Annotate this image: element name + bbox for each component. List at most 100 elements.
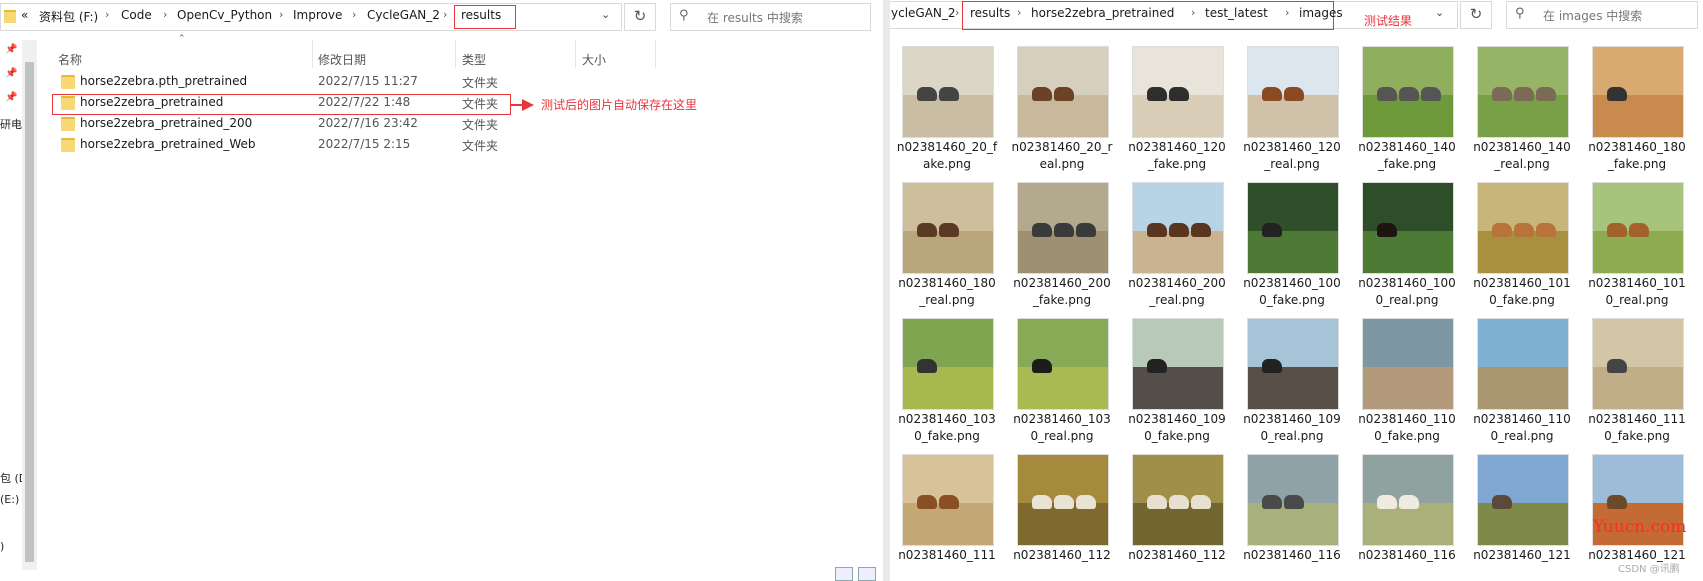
chevron-right-icon[interactable]: › — [105, 8, 109, 21]
refresh-button[interactable]: ↻ — [1460, 1, 1492, 29]
breadcrumb-results[interactable]: results — [970, 6, 1010, 20]
image-file-tile[interactable]: n02381460_100 0_fake.png — [1241, 182, 1343, 317]
image-thumbnail — [1477, 454, 1569, 546]
image-file-tile[interactable]: n02381460_180 _fake.png — [1586, 46, 1688, 181]
column-header-size[interactable]: 大小 — [582, 51, 606, 68]
image-thumbnail — [1017, 318, 1109, 410]
breadcrumb-cyclegan[interactable]: ycleGAN_2 — [891, 6, 956, 20]
image-file-tile[interactable]: n02381460_110 0_real.png — [1471, 318, 1573, 453]
breadcrumb-improve[interactable]: Improve — [293, 8, 342, 22]
file-row[interactable]: horse2zebra_pretrained 2022/7/22 1:48 文件… — [58, 93, 528, 113]
scrollbar-thumb[interactable] — [25, 62, 34, 562]
chevron-right-icon[interactable]: › — [352, 8, 356, 21]
breadcrumb-drive[interactable]: 资料包 (F:) — [39, 8, 98, 25]
column-header-name[interactable]: 名称 — [58, 51, 82, 68]
image-file-name: n02381460_140 _fake.png — [1356, 139, 1458, 173]
horse-shape — [1147, 495, 1167, 509]
file-date: 2022/7/16 23:42 — [318, 116, 418, 130]
breadcrumb-test-latest[interactable]: test_latest — [1205, 6, 1268, 20]
column-header-type[interactable]: 类型 — [462, 51, 486, 68]
image-file-tile[interactable]: n02381460_111 — [896, 454, 998, 581]
breadcrumb-code[interactable]: Code — [121, 8, 152, 22]
file-row[interactable]: horse2zebra_pretrained_Web 2022/7/15 2:1… — [58, 135, 528, 155]
image-file-tile[interactable]: n02381460_140 _real.png — [1471, 46, 1573, 181]
nav-scrollbar[interactable] — [22, 40, 37, 570]
breadcrumb-opencv[interactable]: OpenCv_Python — [177, 8, 272, 22]
image-file-tile[interactable]: n02381460_109 0_fake.png — [1126, 318, 1228, 453]
file-name-line: n02381460_120 — [1128, 140, 1226, 154]
image-file-tile[interactable]: n02381460_200 _fake.png — [1011, 182, 1113, 317]
chevron-down-icon[interactable]: ⌄ — [601, 8, 610, 21]
image-file-tile[interactable]: n02381460_112 — [1126, 454, 1228, 581]
search-box[interactable]: ⚲ 在 results 中搜索 — [670, 3, 871, 31]
image-file-tile[interactable]: n02381460_100 0_real.png — [1356, 182, 1458, 317]
image-file-tile[interactable]: n02381460_116 — [1241, 454, 1343, 581]
nav-item[interactable]: (E:) — [0, 493, 19, 506]
nav-item[interactable]: 研电 — [0, 116, 22, 132]
image-file-name: n02381460_200 _fake.png — [1011, 275, 1113, 309]
thumbnail-ground — [1018, 231, 1108, 273]
image-file-name: n02381460_120 _fake.png — [1126, 139, 1228, 173]
chevron-right-icon[interactable]: › — [1017, 6, 1021, 19]
image-file-tile[interactable]: n02381460_120 _fake.png — [1126, 46, 1228, 181]
right-explorer-window: ycleGAN_2 › results › horse2zebra_pretra… — [890, 0, 1703, 581]
column-header-date[interactable]: 修改日期 — [318, 51, 366, 68]
chevron-right-icon[interactable]: › — [443, 8, 447, 21]
refresh-button[interactable]: ↻ — [624, 3, 656, 31]
chevron-right-icon[interactable]: › — [163, 8, 167, 21]
column-divider[interactable] — [575, 40, 576, 68]
breadcrumb-images[interactable]: images — [1299, 6, 1343, 20]
image-file-tile[interactable]: n02381460_110 0_fake.png — [1356, 318, 1458, 453]
file-row[interactable]: horse2zebra.pth_pretrained 2022/7/15 11:… — [58, 72, 528, 92]
column-divider[interactable] — [312, 40, 313, 68]
image-file-tile[interactable]: n02381460_103 0_fake.png — [896, 318, 998, 453]
image-file-tile[interactable]: n02381460_180 _real.png — [896, 182, 998, 317]
thumbnail-view-icon[interactable] — [858, 567, 876, 581]
thumbnail-ground — [903, 95, 993, 137]
image-file-tile[interactable]: n02381460_120 _real.png — [1241, 46, 1343, 181]
breadcrumb-cyclegan[interactable]: CycleGAN_2 — [367, 8, 440, 22]
image-file-tile[interactable]: n02381460_200 _real.png — [1126, 182, 1228, 317]
pin-icon[interactable]: 📌 — [5, 92, 17, 103]
file-name-line: 0_fake.png — [1144, 429, 1210, 443]
chevron-right-icon[interactable]: › — [1191, 6, 1195, 19]
image-file-tile[interactable]: n02381460_20_r eal.png — [1011, 46, 1113, 181]
image-file-tile[interactable]: n02381460_116 — [1356, 454, 1458, 581]
image-file-tile[interactable]: n02381460_111 0_fake.png — [1586, 318, 1688, 453]
search-box[interactable]: ⚲ 在 images 中搜索 — [1506, 1, 1698, 29]
image-file-tile[interactable]: n02381460_103 0_real.png — [1011, 318, 1113, 453]
breadcrumb-results[interactable]: results — [461, 8, 501, 22]
thumbnail-ground — [1248, 503, 1338, 545]
breadcrumb-overflow[interactable]: « — [21, 8, 28, 22]
column-divider[interactable] — [655, 40, 656, 68]
image-file-tile[interactable]: n02381460_20_f ake.png — [896, 46, 998, 181]
address-bar[interactable]: « 资料包 (F:) › Code › OpenCv_Python › Impr… — [0, 3, 622, 31]
details-view-icon[interactable] — [835, 567, 853, 581]
nav-item[interactable]: ) — [0, 540, 4, 553]
thumbnail-ground — [1133, 503, 1223, 545]
chevron-right-icon[interactable]: › — [955, 6, 959, 19]
chevron-right-icon[interactable]: › — [279, 8, 283, 21]
pin-icon[interactable]: 📌 — [5, 68, 17, 79]
folder-icon — [61, 75, 75, 89]
image-file-tile[interactable]: n02381460_112 — [1011, 454, 1113, 581]
image-file-tile[interactable]: n02381460_101 0_fake.png — [1471, 182, 1573, 317]
horse-shape — [1607, 495, 1627, 509]
column-divider[interactable] — [455, 40, 456, 68]
thumbnail-ground — [903, 231, 993, 273]
address-bar[interactable]: ycleGAN_2 › results › horse2zebra_pretra… — [890, 1, 1458, 30]
image-file-tile[interactable]: n02381460_140 _fake.png — [1356, 46, 1458, 181]
breadcrumb-pretrained[interactable]: horse2zebra_pretrained — [1031, 6, 1174, 20]
chevron-down-icon[interactable]: ⌄ — [1435, 6, 1444, 19]
thumbnail-sky — [1478, 455, 1568, 503]
chevron-right-icon[interactable]: › — [1285, 6, 1289, 19]
file-row[interactable]: horse2zebra_pretrained_200 2022/7/16 23:… — [58, 114, 528, 134]
file-name-line: n02381460_109 — [1243, 412, 1341, 426]
image-file-tile[interactable]: n02381460_121 — [1471, 454, 1573, 581]
image-file-tile[interactable]: n02381460_109 0_real.png — [1241, 318, 1343, 453]
file-name: horse2zebra_pretrained_Web — [80, 137, 256, 151]
pin-icon[interactable]: 📌 — [5, 44, 17, 55]
thumbnail-ground — [1363, 95, 1453, 137]
image-file-tile[interactable]: n02381460_101 0_real.png — [1586, 182, 1688, 317]
image-file-name: n02381460_140 _real.png — [1471, 139, 1573, 173]
